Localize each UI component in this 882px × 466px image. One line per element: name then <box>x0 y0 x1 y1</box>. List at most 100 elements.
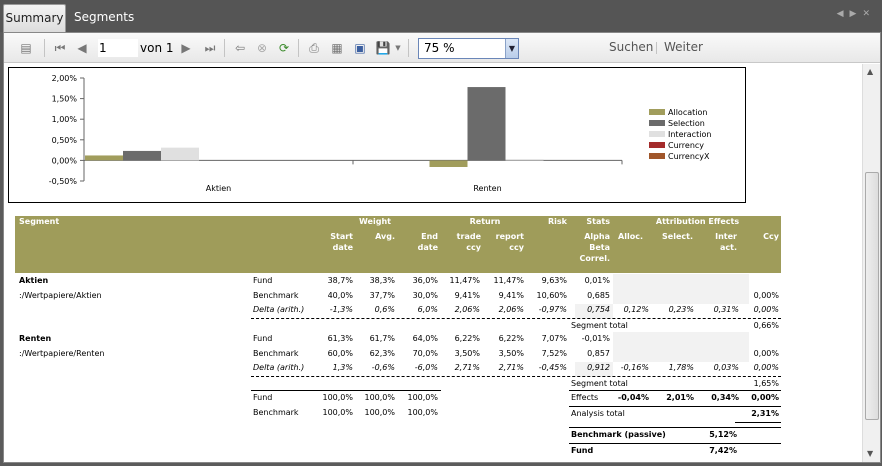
header-end-date: End date <box>417 232 438 252</box>
table-cell: 0,23% <box>668 305 694 314</box>
table-cell: 6,22% <box>498 334 524 343</box>
legend-label: Allocation <box>668 108 707 117</box>
segment-name: Aktien <box>19 276 49 285</box>
report-content: 2,00% 1,50% 1,00% 0,50% 0,00% -0,50% Aktien Ren… <box>4 64 864 462</box>
tab-segments[interactable]: Segments <box>66 4 142 32</box>
search-link[interactable]: Suchen <box>609 40 653 54</box>
table-cell: 6,0% <box>417 305 438 314</box>
legend-swatch <box>649 109 665 115</box>
table-cell: 62,3% <box>369 348 395 358</box>
header-attribution: Attribution Effects <box>655 217 740 226</box>
report-window: Summary Segments ◀▶✕ ▤ ⏮ ◀ 1 von 1 ▶ ⏭ ⇦… <box>0 0 882 466</box>
x-tick-label: Aktien <box>206 184 231 193</box>
table-cell: 38,7% <box>327 276 353 285</box>
table-cell: 37,7% <box>369 290 395 300</box>
header-interact: Inter act. <box>715 232 737 252</box>
legend-label: Currency <box>668 141 704 150</box>
chart-svg: 2,00% 1,50% 1,00% 0,50% 0,00% -0,50% Aktien Ren… <box>49 74 712 193</box>
first-page-icon[interactable]: ⏮ <box>52 40 68 56</box>
legend-swatch <box>649 131 665 137</box>
scroll-thumb[interactable] <box>865 172 879 420</box>
segment-total-label: Segment total <box>571 378 628 388</box>
of-label: von <box>140 41 163 55</box>
table-cell: 0,685 <box>587 290 610 300</box>
zoom-select[interactable]: 75 % ▼ <box>418 38 519 59</box>
report-viewer: ▤ ⏮ ◀ 1 von 1 ▶ ⏭ ⇦ ⊗ ⟳ ⎙ ▦ ▣ 💾 ▼ 75 % ▼… <box>3 32 881 463</box>
y-tick-label: -0,50% <box>49 177 78 186</box>
toolbar-divider <box>44 39 45 57</box>
segment-path: :/Wertpapiere/Aktien <box>19 290 102 300</box>
toolbar-divider <box>656 42 657 54</box>
page-number-input[interactable]: 1 <box>98 39 138 57</box>
export-dropdown-icon[interactable]: ▼ <box>390 40 406 56</box>
last-page-icon[interactable]: ⏭ <box>202 40 218 56</box>
table-cell: -0,16% <box>620 363 649 372</box>
table-cell: -0,97% <box>538 305 567 314</box>
table-cell: 9,63% <box>541 276 567 285</box>
totals-cell: 100,0% <box>322 407 353 417</box>
header-weight: Weight <box>359 217 391 226</box>
y-tick-label: 2,00% <box>52 74 78 83</box>
table-cell: 1,78% <box>668 363 694 372</box>
page-setup-icon[interactable]: ▣ <box>352 40 368 56</box>
analysis-underline <box>735 422 781 423</box>
y-tick-label: 0,50% <box>52 136 78 145</box>
toggle-doc-map-icon[interactable]: ▤ <box>18 40 34 56</box>
totals-divider <box>251 390 441 391</box>
bar-interaction <box>505 159 544 161</box>
table-cell: 0,912 <box>587 363 610 372</box>
effects-value: -0,04% <box>617 393 649 402</box>
header-alloc: Alloc. <box>618 232 643 241</box>
fund-label: Fund <box>571 445 594 455</box>
table-cell: 1,3% <box>332 363 353 372</box>
table-cell: 0,01% <box>584 276 610 285</box>
tab-summary[interactable]: Summary <box>3 4 66 32</box>
table-cell: 0,31% <box>713 305 739 314</box>
previous-page-icon[interactable]: ◀ <box>74 40 90 56</box>
next-page-icon[interactable]: ▶ <box>178 40 194 56</box>
header-risk: Risk <box>548 217 567 226</box>
totals-cell: 100,0% <box>364 407 395 417</box>
table-cell: 6,22% <box>454 334 480 343</box>
refresh-icon[interactable]: ⟳ <box>276 40 292 56</box>
dashed-divider <box>251 317 781 319</box>
next-link[interactable]: Weiter <box>664 40 703 54</box>
table-cell: 61,7% <box>369 334 395 343</box>
tab-scroll-arrows[interactable]: ◀▶✕ <box>837 9 876 19</box>
table-cell: 0,03% <box>713 363 739 372</box>
table-cell: -1,3% <box>329 305 353 314</box>
effects-value: 0,34% <box>711 393 739 402</box>
effects-value: 0,00% <box>751 393 779 402</box>
print-layout-icon[interactable]: ▦ <box>329 40 345 56</box>
total-pages: 1 <box>165 41 174 55</box>
table-cell: 9,41% <box>454 290 480 300</box>
segment-total-value: 1,65% <box>753 378 779 388</box>
legend-label: Interaction <box>668 130 711 139</box>
chevron-down-icon[interactable]: ▼ <box>505 39 518 58</box>
effects-value: 2,01% <box>666 393 694 402</box>
effects-divider <box>569 390 781 391</box>
bar-selection <box>467 87 506 161</box>
header-trade-ccy: trade ccy <box>456 232 481 252</box>
back-icon[interactable]: ⇦ <box>232 40 248 56</box>
table-cell: 7,07% <box>541 334 567 343</box>
fund-divider <box>569 442 781 444</box>
table-cell: 2,71% <box>498 363 524 372</box>
export-save-icon[interactable]: 💾 <box>375 40 391 56</box>
print-icon[interactable]: ⎙ <box>306 40 322 56</box>
table-cell: 64,0% <box>412 334 438 343</box>
table-cell: 36,0% <box>412 276 438 285</box>
table-cell: -0,6% <box>371 363 395 372</box>
table-cell: 30,0% <box>412 290 438 300</box>
stop-icon[interactable]: ⊗ <box>254 40 270 56</box>
table-cell: 70,0% <box>412 348 438 358</box>
vertical-scrollbar[interactable]: ▲ ▼ <box>862 64 880 462</box>
table-cell: 2,06% <box>454 305 480 314</box>
scroll-down-icon[interactable]: ▼ <box>867 449 873 458</box>
table-cell: 0,857 <box>587 348 610 358</box>
bar-allocation <box>429 160 468 167</box>
legend-swatch <box>649 153 665 159</box>
table-cell: 7,52% <box>541 348 567 358</box>
table-cell: 11,47% <box>493 276 524 285</box>
scroll-up-icon[interactable]: ▲ <box>867 67 873 76</box>
